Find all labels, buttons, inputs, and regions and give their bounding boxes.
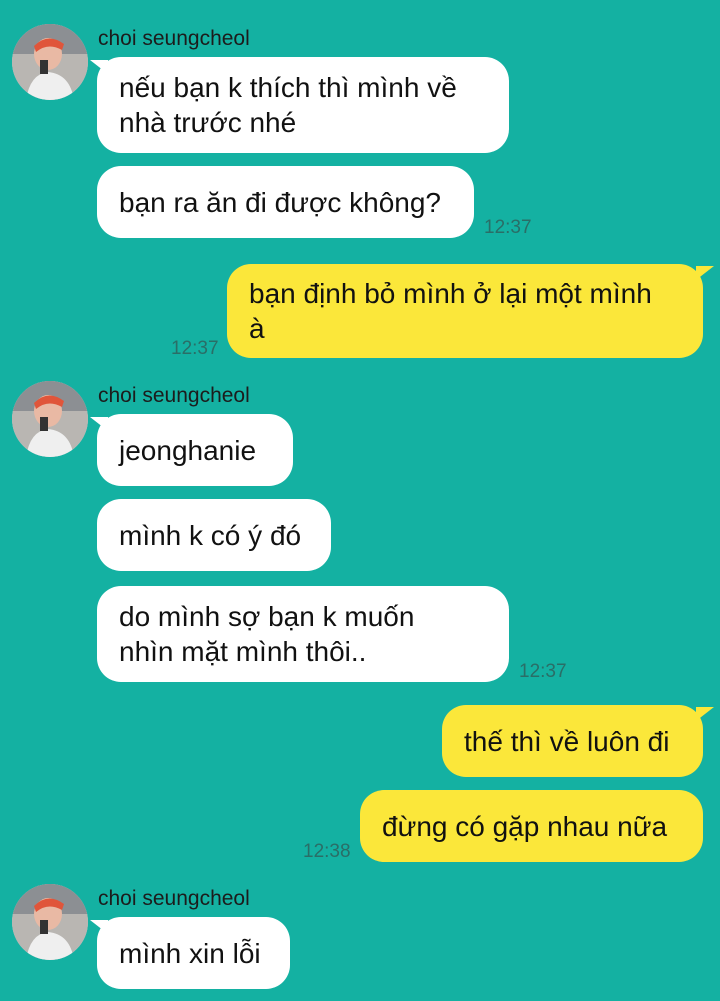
sender-name: choi seungcheol (98, 887, 250, 910)
contact-avatar[interactable] (12, 381, 88, 457)
contact-avatar[interactable] (12, 24, 88, 100)
sender-name: choi seungcheol (98, 27, 250, 50)
incoming-message[interactable]: jeonghanie (97, 414, 293, 486)
outgoing-message[interactable]: thế thì về luôn đi (442, 705, 703, 777)
bubble-tail (696, 266, 714, 280)
incoming-message[interactable]: do mình sợ bạn k muốn nhìn mặt mình thôi… (97, 586, 509, 682)
outgoing-message[interactable]: đừng có gặp nhau nữa (360, 790, 703, 862)
incoming-message[interactable]: mình k có ý đó (97, 499, 331, 571)
contact-avatar[interactable] (12, 884, 88, 960)
message-timestamp: 12:37 (171, 338, 219, 359)
incoming-message[interactable]: bạn ra ăn đi được không? (97, 166, 474, 238)
incoming-message[interactable]: nếu bạn k thích thì mình về nhà trước nh… (97, 57, 509, 153)
message-timestamp: 12:37 (519, 661, 567, 682)
incoming-message[interactable]: mình xin lỗi (97, 917, 290, 989)
sender-name: choi seungcheol (98, 384, 250, 407)
outgoing-message[interactable]: bạn định bỏ mình ở lại một mình à (227, 264, 703, 358)
bubble-tail (696, 707, 714, 721)
message-timestamp: 12:38 (303, 841, 351, 862)
message-timestamp: 12:37 (484, 217, 532, 238)
